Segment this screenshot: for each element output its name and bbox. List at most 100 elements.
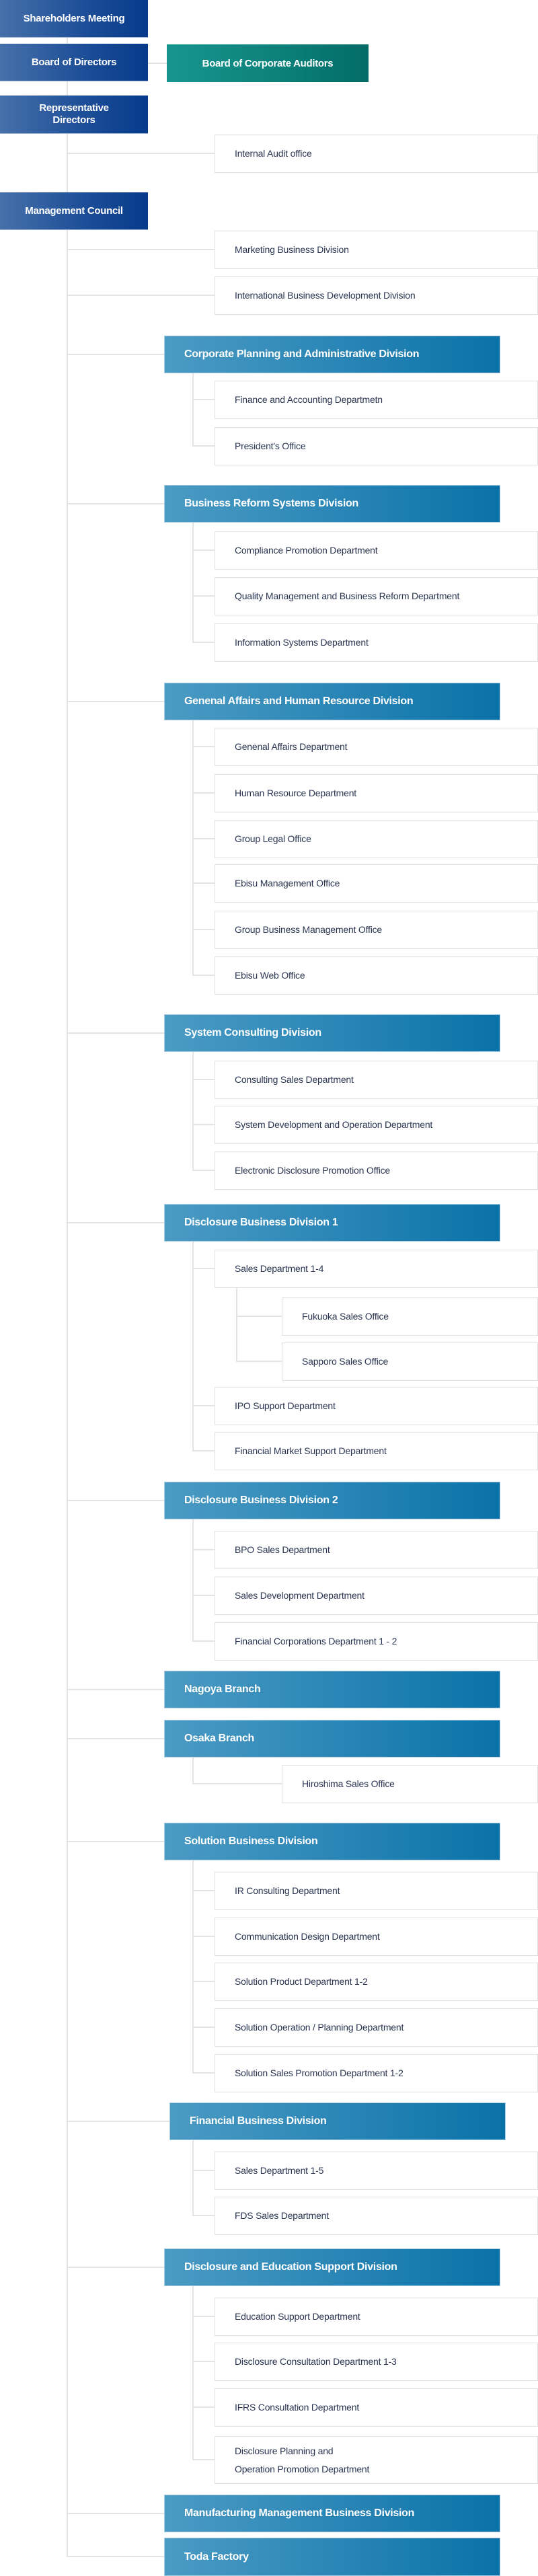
division-header: Financial Business Division — [169, 2103, 506, 2140]
connector — [193, 1981, 215, 1982]
connector — [193, 445, 215, 447]
department-box: Solution Operation / Planning Department — [215, 2008, 538, 2047]
connector — [67, 701, 164, 702]
shareholders-meeting-box: Shareholders Meeting — [0, 0, 148, 38]
connector — [193, 2026, 215, 2028]
connector — [67, 295, 215, 296]
connector — [193, 1640, 215, 1642]
department-box: IPO Support Department — [215, 1387, 538, 1425]
department-box: Sales Development Department — [215, 1577, 538, 1615]
management-council-box: Management Council — [0, 192, 148, 230]
international-business-development-division-box: International Business Development Divis… — [215, 276, 538, 315]
connector — [193, 1079, 215, 1080]
connector — [67, 354, 164, 355]
connector — [67, 1841, 164, 1842]
department-box: BPO Sales Department — [215, 1531, 538, 1569]
connector — [236, 1287, 237, 1362]
connector — [67, 249, 215, 250]
nagoya-branch-header: Nagoya Branch — [164, 1671, 500, 1708]
department-box: Group Business Management Office — [215, 911, 538, 949]
connector — [193, 2170, 215, 2171]
department-box: Compliance Promotion Department — [215, 531, 538, 570]
department-box: Ebisu Management Office — [215, 864, 538, 903]
division-header: Business Reform Systems Division — [164, 485, 500, 523]
department-box: Information Systems Department — [215, 623, 538, 662]
division-header: Disclosure and Education Support Divisio… — [164, 2248, 500, 2286]
connector — [193, 550, 215, 551]
connector — [192, 1242, 194, 1451]
connector — [193, 1936, 215, 1937]
sub-office-box: Fukuoka Sales Office — [282, 1297, 538, 1336]
department-box: Electronic Disclosure Promotion Office — [215, 1151, 538, 1190]
representative-directors-box: Representative Directors — [0, 96, 148, 134]
connector — [193, 1549, 215, 1550]
connector — [193, 2215, 215, 2216]
department-box: Finance and Accounting Departmetn — [215, 381, 538, 419]
connector — [193, 2361, 215, 2362]
connector — [193, 1450, 215, 1451]
connector — [193, 1268, 215, 1269]
department-box: Financial Corporations Department 1 - 2 — [215, 1622, 538, 1661]
sub-office-box: Hiroshima Sales Office — [282, 1765, 538, 1803]
connector — [237, 1316, 282, 1317]
connector — [193, 975, 215, 976]
connector — [193, 1890, 215, 1891]
internal-audit-office-box: Internal Audit office — [215, 135, 538, 173]
division-header: System Consulting Division — [164, 1014, 500, 1052]
department-box: Genenal Affairs Department — [215, 728, 538, 766]
division-header: Disclosure Business Division 2 — [164, 1482, 500, 1519]
connector — [67, 153, 215, 154]
department-box: Financial Market Support Department — [215, 1432, 538, 1470]
connector — [193, 1405, 215, 1406]
connector — [192, 1052, 194, 1171]
connector — [237, 1361, 282, 1362]
board-of-directors-box: Board of Directors — [0, 44, 148, 81]
connector — [67, 1738, 164, 1739]
connector — [193, 2407, 215, 2408]
connector — [193, 838, 215, 839]
marketing-business-division-box: Marketing Business Division — [215, 231, 538, 269]
board-of-corporate-auditors-box: Board of Corporate Auditors — [167, 44, 369, 82]
department-box: Solution Product Department 1-2 — [215, 1963, 538, 2001]
connector — [192, 1757, 194, 1784]
department-box: IFRS Consultation Department — [215, 2388, 538, 2427]
connector — [67, 2267, 164, 2268]
connector — [67, 2121, 169, 2122]
connector — [67, 1500, 164, 1501]
connector — [67, 1222, 164, 1223]
toda-factory-header: Toda Factory — [164, 2538, 500, 2576]
connector — [192, 523, 194, 643]
connector — [192, 2286, 194, 2460]
connector — [67, 2556, 164, 2557]
connector — [193, 792, 215, 794]
department-box: Quality Management and Business Reform D… — [215, 577, 538, 615]
department-box: Sales Department 1-5 — [215, 2152, 538, 2190]
division-header: Solution Business Division — [164, 1823, 500, 1860]
department-box: Ebisu Web Office — [215, 956, 538, 995]
connector — [193, 642, 215, 643]
department-box: President's Office — [215, 427, 538, 465]
department-box: Group Legal Office — [215, 820, 538, 858]
connector — [193, 595, 215, 597]
connector — [193, 746, 215, 747]
department-box: IR Consulting Department — [215, 1872, 538, 1910]
connector — [192, 1860, 194, 2074]
department-box: System Development and Operation Departm… — [215, 1106, 538, 1144]
connector — [193, 1170, 215, 1171]
department-box: Education Support Department — [215, 2298, 538, 2336]
connector — [193, 2072, 215, 2074]
division-header: Disclosure Business Division 1 — [164, 1204, 500, 1242]
connector — [192, 2140, 194, 2216]
connector — [193, 1124, 215, 1125]
connector — [193, 882, 215, 884]
department-box: Human Resource Department — [215, 774, 538, 812]
department-box: Disclosure Planning and Operation Promot… — [215, 2436, 538, 2484]
connector — [193, 1595, 215, 1596]
department-box: Solution Sales Promotion Department 1-2 — [215, 2054, 538, 2092]
connector — [192, 373, 194, 447]
connector — [193, 929, 215, 930]
sub-office-box: Sapporo Sales Office — [282, 1342, 538, 1381]
connector — [67, 2513, 164, 2514]
division-header: Corporate Planning and Administrative Di… — [164, 336, 500, 373]
main-connector — [67, 37, 68, 2557]
